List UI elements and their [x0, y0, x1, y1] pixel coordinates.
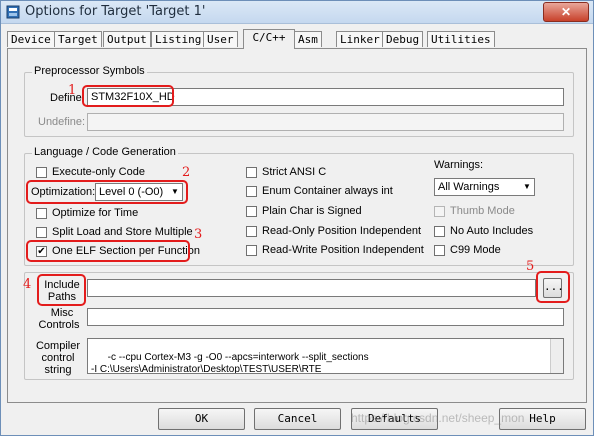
optimize-time-checkbox[interactable] — [36, 208, 47, 219]
optimize-time-label: Optimize for Time — [52, 207, 139, 219]
annotation-box-3 — [26, 240, 190, 262]
execute-only-label: Execute-only Code — [52, 166, 145, 178]
plain-char-label: Plain Char is Signed — [262, 205, 362, 217]
warnings-label: Warnings: — [434, 159, 484, 171]
watermark-text: https://blog.csdn.net/sheep_mon — [351, 411, 525, 425]
annotation-box-4 — [37, 274, 86, 306]
annotation-box-2 — [26, 180, 188, 204]
tab-utilities[interactable]: Utilities — [427, 31, 495, 47]
ok-button[interactable]: OK — [158, 408, 245, 430]
enum-container-label: Enum Container always int — [262, 185, 393, 197]
cancel-button[interactable]: Cancel — [254, 408, 341, 430]
tab-target[interactable]: Target — [54, 31, 102, 47]
tab-output[interactable]: Output — [103, 31, 151, 47]
warnings-value: All Warnings — [438, 181, 500, 193]
ro-pi-label: Read-Only Position Independent — [262, 225, 421, 237]
annotation-number-5: 5 — [526, 259, 535, 274]
annotation-number-4: 4 — [23, 277, 32, 292]
thumb-mode-checkbox[interactable] — [434, 206, 445, 217]
misc-label-line2: Controls — [38, 319, 80, 331]
close-button[interactable]: ✕ — [543, 2, 589, 22]
compiler-string-text: -c --cpu Cortex-M3 -g -O0 --apcs=interwo… — [91, 352, 369, 374]
window-title: Options for Target 'Target 1' — [25, 4, 206, 19]
misc-controls-input[interactable] — [87, 308, 564, 326]
warnings-select[interactable]: All Warnings ▼ — [434, 178, 535, 196]
split-load-checkbox[interactable] — [36, 227, 47, 238]
keil-app-icon — [6, 5, 20, 19]
annotation-box-5 — [536, 271, 570, 303]
undefine-input[interactable] — [87, 113, 564, 131]
tab-c-cpp[interactable]: C/C++ — [243, 29, 295, 49]
tab-user[interactable]: User — [203, 31, 238, 47]
thumb-mode-label: Thumb Mode — [450, 205, 515, 217]
c99-mode-label: C99 Mode — [450, 244, 501, 256]
annotation-number-3: 3 — [194, 227, 203, 242]
execute-only-checkbox[interactable] — [36, 167, 47, 178]
annotation-number-1: 1 — [68, 83, 77, 98]
scrollbar[interactable] — [550, 339, 563, 373]
undefine-label: Undefine: — [38, 116, 86, 128]
no-auto-includes-label: No Auto Includes — [450, 225, 534, 237]
annotation-number-2: 2 — [182, 165, 191, 180]
c-cpp-panel: Preprocessor Symbols Define: STM32F10X_H… — [7, 48, 587, 403]
plain-char-checkbox[interactable] — [246, 206, 257, 217]
rw-pi-label: Read-Write Position Independent — [262, 244, 424, 256]
tab-linker[interactable]: Linker — [336, 31, 384, 47]
include-paths-input[interactable] — [87, 279, 536, 297]
strict-ansi-checkbox[interactable] — [246, 167, 257, 178]
rw-pi-checkbox[interactable] — [246, 245, 257, 256]
tab-listing[interactable]: Listing — [151, 31, 206, 47]
compiler-label-line1: Compiler — [35, 340, 80, 352]
options-dialog: Options for Target 'Target 1' ✕ Device T… — [0, 0, 594, 436]
language-group-title: Language / Code Generation — [32, 146, 178, 158]
compiler-label-line2: control — [41, 352, 75, 364]
enum-container-checkbox[interactable] — [246, 186, 257, 197]
ro-pi-checkbox[interactable] — [246, 226, 257, 237]
compiler-control-string[interactable]: -c --cpu Cortex-M3 -g -O0 --apcs=interwo… — [87, 338, 564, 374]
tab-asm[interactable]: Asm — [294, 31, 322, 47]
misc-label-line1: Misc — [50, 307, 74, 319]
title-bar: Options for Target 'Target 1' ✕ — [1, 1, 593, 24]
annotation-box-1 — [82, 85, 174, 107]
strict-ansi-label: Strict ANSI C — [262, 166, 327, 178]
split-load-label: Split Load and Store Multiple — [52, 226, 193, 238]
preprocessor-group-title: Preprocessor Symbols — [32, 65, 147, 77]
no-auto-includes-checkbox[interactable] — [434, 226, 445, 237]
compiler-label-line3: string — [44, 364, 72, 376]
tab-debug[interactable]: Debug — [382, 31, 424, 47]
tab-device[interactable]: Device — [7, 31, 55, 47]
dropdown-arrow-icon: ▼ — [521, 180, 533, 194]
c99-mode-checkbox[interactable] — [434, 245, 445, 256]
